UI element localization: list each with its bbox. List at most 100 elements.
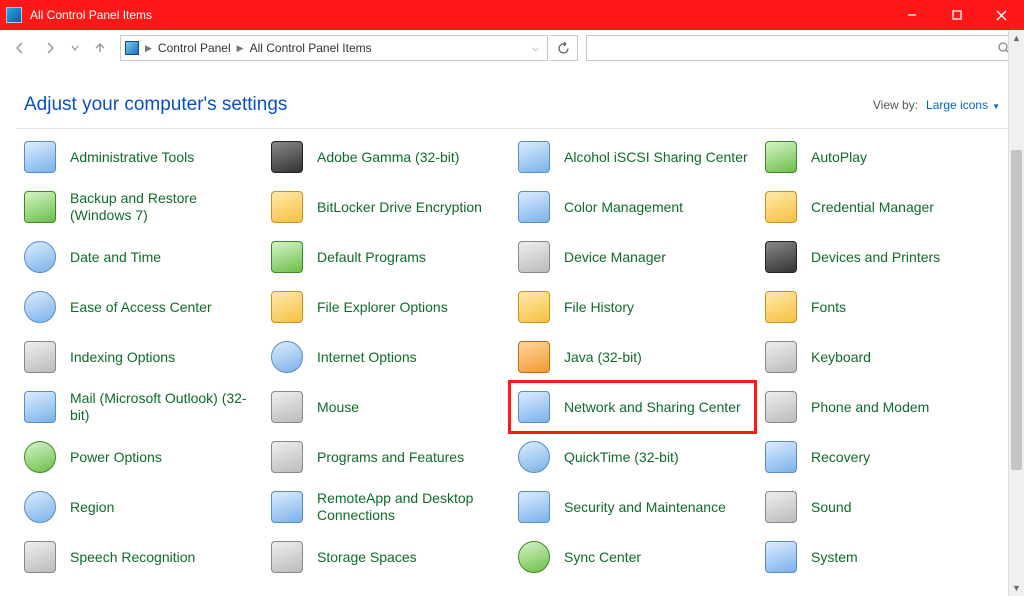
close-button[interactable]	[979, 0, 1024, 30]
item-system[interactable]: System	[757, 532, 1002, 582]
item-backup-restore[interactable]: Backup and Restore (Windows 7)	[16, 182, 261, 232]
item-label: Default Programs	[317, 249, 426, 266]
scroll-down-button[interactable]: ▼	[1009, 580, 1024, 596]
item-network-sharing[interactable]: Network and Sharing Center	[510, 382, 755, 432]
item-storage-spaces[interactable]: Storage Spaces	[263, 532, 508, 582]
item-label: Phone and Modem	[811, 399, 929, 416]
item-recovery[interactable]: Recovery	[757, 432, 1002, 482]
item-mail[interactable]: Mail (Microsoft Outlook) (32-bit)	[16, 382, 261, 432]
power-opts-icon	[22, 439, 58, 475]
scroll-track[interactable]	[1009, 46, 1024, 580]
item-sync-center[interactable]: Sync Center	[510, 532, 755, 582]
search-box[interactable]	[586, 35, 1018, 61]
item-mouse[interactable]: Mouse	[263, 382, 508, 432]
item-region[interactable]: Region	[16, 482, 261, 532]
admin-tools-icon	[22, 139, 58, 175]
scroll-thumb[interactable]	[1011, 150, 1022, 470]
item-remoteapp[interactable]: RemoteApp and Desktop Connections	[263, 482, 508, 532]
item-indexing[interactable]: Indexing Options	[16, 332, 261, 382]
item-sound[interactable]: Sound	[757, 482, 1002, 532]
minimize-button[interactable]	[889, 0, 934, 30]
item-admin-tools[interactable]: Administrative Tools	[16, 132, 261, 182]
item-label: QuickTime (32-bit)	[564, 449, 679, 466]
item-label: Device Manager	[564, 249, 666, 266]
item-label: Adobe Gamma (32-bit)	[317, 149, 459, 166]
item-date-time[interactable]: Date and Time	[16, 232, 261, 282]
internet-opts-icon	[269, 339, 305, 375]
backup-restore-icon	[22, 189, 58, 225]
item-device-manager[interactable]: Device Manager	[510, 232, 755, 282]
date-time-icon	[22, 239, 58, 275]
item-power-opts[interactable]: Power Options	[16, 432, 261, 482]
credential-mgr-icon	[763, 189, 799, 225]
item-label: Speech Recognition	[70, 549, 195, 566]
address-bar[interactable]: ▶ Control Panel ▶ All Control Panel Item…	[120, 35, 548, 61]
item-phone-modem[interactable]: Phone and Modem	[757, 382, 1002, 432]
breadcrumb-root[interactable]: Control Panel	[158, 41, 231, 55]
header-strip: Adjust your computer's settings View by:…	[0, 64, 1024, 128]
item-devices-printers[interactable]: Devices and Printers	[757, 232, 1002, 282]
item-label: Mail (Microsoft Outlook) (32-bit)	[70, 390, 255, 424]
chevron-down-icon: ▼	[992, 102, 1000, 111]
devices-printers-icon	[763, 239, 799, 275]
chevron-right-icon: ▶	[145, 43, 152, 54]
maximize-button[interactable]	[934, 0, 979, 30]
recent-dropdown[interactable]	[66, 34, 84, 62]
up-button[interactable]	[86, 34, 114, 62]
mail-icon	[22, 389, 58, 425]
item-color-mgmt[interactable]: Color Management	[510, 182, 755, 232]
item-keyboard[interactable]: Keyboard	[757, 332, 1002, 382]
item-ease-access[interactable]: Ease of Access Center	[16, 282, 261, 332]
item-label: AutoPlay	[811, 149, 867, 166]
item-file-explorer-opts[interactable]: File Explorer Options	[263, 282, 508, 332]
system-icon	[763, 539, 799, 575]
item-label: File Explorer Options	[317, 299, 448, 316]
adobe-gamma-icon	[269, 139, 305, 175]
address-dropdown[interactable]: ⌵	[528, 43, 543, 54]
item-label: Credential Manager	[811, 199, 934, 216]
item-quicktime[interactable]: QuickTime (32-bit)	[510, 432, 755, 482]
item-label: Power Options	[70, 449, 162, 466]
item-default-programs[interactable]: Default Programs	[263, 232, 508, 282]
phone-modem-icon	[763, 389, 799, 425]
bitlocker-icon	[269, 189, 305, 225]
scroll-up-button[interactable]: ▲	[1009, 30, 1024, 46]
forward-button[interactable]	[36, 34, 64, 62]
file-explorer-opts-icon	[269, 289, 305, 325]
item-security-maint[interactable]: Security and Maintenance	[510, 482, 755, 532]
region-icon	[22, 489, 58, 525]
indexing-icon	[22, 339, 58, 375]
item-adobe-gamma[interactable]: Adobe Gamma (32-bit)	[263, 132, 508, 182]
items-grid: Administrative Tools Adobe Gamma (32-bit)…	[16, 132, 1002, 582]
separator	[16, 128, 1008, 129]
item-credential-mgr[interactable]: Credential Manager	[757, 182, 1002, 232]
window-controls	[889, 0, 1024, 30]
item-autoplay[interactable]: AutoPlay	[757, 132, 1002, 182]
back-button[interactable]	[6, 34, 34, 62]
item-label: Network and Sharing Center	[564, 399, 741, 416]
item-file-history[interactable]: File History	[510, 282, 755, 332]
item-java[interactable]: Java (32-bit)	[510, 332, 755, 382]
item-internet-opts[interactable]: Internet Options	[263, 332, 508, 382]
item-label: Region	[70, 499, 114, 516]
item-label: Ease of Access Center	[70, 299, 212, 316]
item-label: BitLocker Drive Encryption	[317, 199, 482, 216]
item-speech[interactable]: Speech Recognition	[16, 532, 261, 582]
scrollbar[interactable]: ▲ ▼	[1008, 30, 1024, 596]
item-label: Programs and Features	[317, 449, 464, 466]
item-label: Devices and Printers	[811, 249, 940, 266]
file-history-icon	[516, 289, 552, 325]
item-programs-features[interactable]: Programs and Features	[263, 432, 508, 482]
item-alcohol-iscsi[interactable]: Alcohol iSCSI Sharing Center	[510, 132, 755, 182]
java-icon	[516, 339, 552, 375]
mouse-icon	[269, 389, 305, 425]
breadcrumb-current[interactable]: All Control Panel Items	[250, 41, 372, 55]
viewby-dropdown[interactable]: Large icons▼	[926, 98, 1000, 112]
item-label: Internet Options	[317, 349, 417, 366]
item-bitlocker[interactable]: BitLocker Drive Encryption	[263, 182, 508, 232]
item-label: Backup and Restore (Windows 7)	[70, 190, 255, 224]
refresh-button[interactable]	[550, 35, 578, 61]
item-fonts[interactable]: Fonts	[757, 282, 1002, 332]
remoteapp-icon	[269, 489, 305, 525]
security-maint-icon	[516, 489, 552, 525]
